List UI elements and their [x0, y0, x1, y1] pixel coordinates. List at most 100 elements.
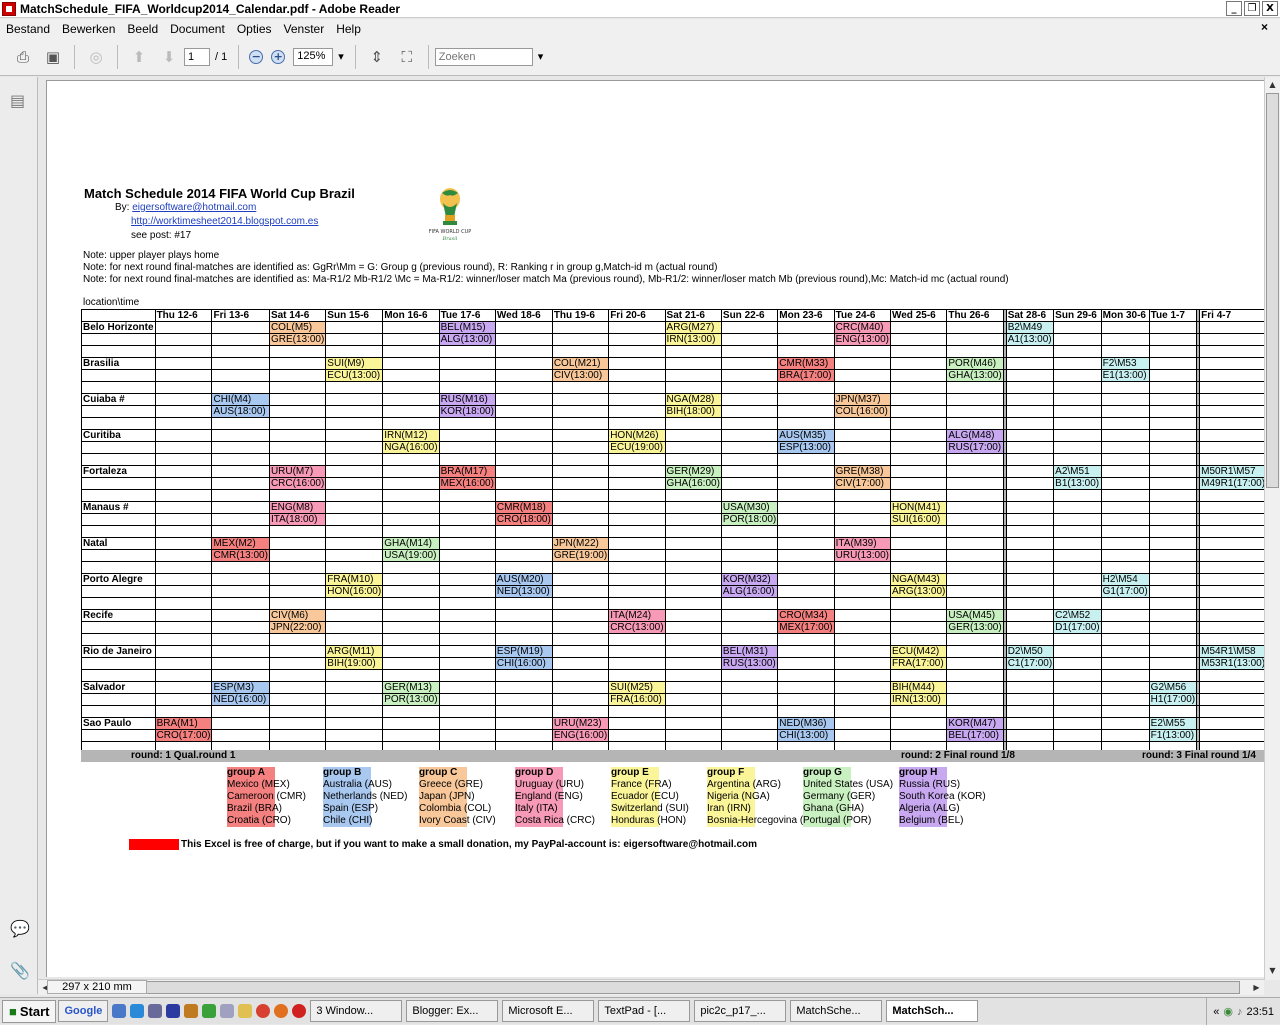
- fit-page-icon[interactable]: ⇕: [365, 45, 389, 69]
- match-home-team: E2\M55: [1148, 717, 1198, 730]
- quicklaunch-icon[interactable]: [148, 1004, 163, 1018]
- opera-icon[interactable]: [292, 1004, 307, 1018]
- start-button[interactable]: ■ Start: [2, 999, 57, 1023]
- schedule-cell: [268, 369, 327, 382]
- scroll-down-icon[interactable]: ▼: [1265, 963, 1280, 978]
- document-viewport[interactable]: Match Schedule 2014 FIFA World Cup Brazi…: [46, 80, 1264, 977]
- menu-document[interactable]: Document: [164, 22, 231, 36]
- menu-bewerken[interactable]: Bewerken: [56, 22, 121, 36]
- quicklaunch-icon[interactable]: [220, 1004, 235, 1018]
- search-input[interactable]: [434, 47, 533, 66]
- quicklaunch-icon[interactable]: [238, 1004, 253, 1018]
- schedule-cell: [211, 669, 270, 682]
- match-away-team: ESP(13:00): [777, 441, 835, 454]
- horizontal-scrollbar[interactable]: ◀ ▶: [38, 979, 1264, 995]
- empty-cell: [81, 345, 156, 358]
- group-team: South Korea (KOR): [899, 791, 986, 803]
- quicklaunch-icon[interactable]: [202, 1004, 217, 1018]
- comments-icon[interactable]: 💬: [10, 919, 30, 938]
- close-window-button[interactable]: X: [1262, 1, 1278, 16]
- match-away-team: CRC(16:00): [268, 477, 327, 490]
- menu-bestand[interactable]: Bestand: [0, 22, 56, 36]
- taskbar-item[interactable]: pic2c_p17_...: [694, 1000, 787, 1022]
- day-header: Fri 13-6: [211, 309, 270, 322]
- schedule-cell: [1148, 489, 1198, 502]
- fit-width-icon[interactable]: ⛶: [395, 45, 419, 69]
- menu-venster[interactable]: Venster: [278, 22, 331, 36]
- schedule-cell: [608, 537, 666, 550]
- search-dropdown-icon[interactable]: ▾: [538, 50, 544, 63]
- scroll-right-icon[interactable]: ▶: [1249, 980, 1264, 995]
- network-icon[interactable]: ◉: [1223, 1005, 1233, 1018]
- attachment-icon[interactable]: 📎: [10, 961, 30, 980]
- schedule-cell: [382, 729, 440, 742]
- page-number-input[interactable]: [184, 47, 210, 66]
- schedule-cell: [946, 597, 1004, 610]
- schedule-cell: [494, 405, 553, 418]
- email-link[interactable]: eigersoftware@hotmail.com: [132, 202, 256, 213]
- schedule-cell: [1199, 501, 1264, 514]
- taskbar-item[interactable]: Blogger: Ex...: [406, 1000, 499, 1022]
- schedule-cell: [1199, 345, 1264, 358]
- zoom-dropdown-icon[interactable]: ▾: [338, 50, 344, 63]
- vertical-scroll-thumb[interactable]: [1266, 93, 1279, 488]
- menu-help[interactable]: Help: [330, 22, 367, 36]
- eu-flag-icon[interactable]: [166, 1004, 181, 1018]
- taskbar-item[interactable]: Microsoft E...: [502, 1000, 595, 1022]
- schedule-cell: [382, 357, 440, 370]
- horizontal-scroll-thumb[interactable]: [60, 981, 1240, 994]
- chrome-icon[interactable]: [256, 1004, 271, 1018]
- group-team: England (ENG): [515, 791, 583, 803]
- venue-name: Natal: [81, 537, 156, 550]
- maximize-button[interactable]: ❐: [1244, 1, 1260, 16]
- schedule-cell: [1053, 705, 1102, 718]
- volume-icon[interactable]: ♪: [1237, 1006, 1243, 1018]
- blog-link[interactable]: http://worktimesheet2014.blogspot.com.es: [131, 216, 318, 227]
- quicklaunch-icon[interactable]: [112, 1004, 127, 1018]
- zoom-out-icon[interactable]: −: [249, 49, 264, 64]
- venue-name: Cuiaba #: [81, 393, 156, 406]
- clock[interactable]: 23:51: [1246, 1006, 1274, 1018]
- ie-icon[interactable]: [130, 1004, 145, 1018]
- taskbar-item[interactable]: 3 Window...: [310, 1000, 403, 1022]
- next-page-icon[interactable]: ⬇: [157, 45, 181, 69]
- zoom-select[interactable]: 125%: [293, 47, 334, 66]
- schedule-cell: [211, 513, 270, 526]
- schedule-cell: [154, 549, 213, 562]
- tray-expand-icon[interactable]: «: [1213, 1006, 1219, 1018]
- empty-cell: [81, 489, 156, 502]
- taskbar-item[interactable]: MatchSche...: [790, 1000, 883, 1022]
- print-icon[interactable]: ⎙: [11, 45, 35, 69]
- google-toolbar-button[interactable]: Google: [58, 1000, 109, 1022]
- taskbar-item-active[interactable]: MatchSch...: [886, 1000, 979, 1022]
- empty-cell: [81, 585, 156, 598]
- schedule-cell: [325, 597, 384, 610]
- close-document-button[interactable]: ×: [1255, 20, 1274, 34]
- scroll-up-icon[interactable]: ▲: [1265, 77, 1280, 92]
- schedule-cell: [268, 729, 327, 742]
- vertical-scrollbar[interactable]: ▲ ▼: [1264, 77, 1280, 980]
- schedule-cell: [777, 693, 835, 706]
- schedule-cell: [154, 405, 213, 418]
- pages-panel-icon[interactable]: ▤: [10, 91, 25, 110]
- schedule-cell: [608, 705, 666, 718]
- schedule-cell: [777, 585, 835, 598]
- menu-opties[interactable]: Opties: [231, 22, 278, 36]
- schedule-cell: [1199, 417, 1264, 430]
- collaborate-icon[interactable]: ◎: [84, 45, 108, 69]
- schedule-cell: [438, 501, 496, 514]
- taskbar-item[interactable]: TextPad - [...: [598, 1000, 691, 1022]
- schedule-cell: [1053, 717, 1102, 730]
- match-home-team: GRE(M38): [833, 465, 891, 478]
- minimize-button[interactable]: _: [1226, 1, 1242, 16]
- schedule-cell: [211, 525, 270, 538]
- zoom-in-icon[interactable]: +: [271, 49, 286, 64]
- quicklaunch-icon[interactable]: [184, 1004, 199, 1018]
- schedule-cell: [551, 573, 610, 586]
- previous-page-icon[interactable]: ⬆: [127, 45, 151, 69]
- menu-beeld[interactable]: Beeld: [121, 22, 164, 36]
- save-icon[interactable]: ▣: [41, 45, 65, 69]
- firefox-icon[interactable]: [274, 1004, 289, 1018]
- schedule-cell: [551, 465, 610, 478]
- schedule-cell: [720, 429, 779, 442]
